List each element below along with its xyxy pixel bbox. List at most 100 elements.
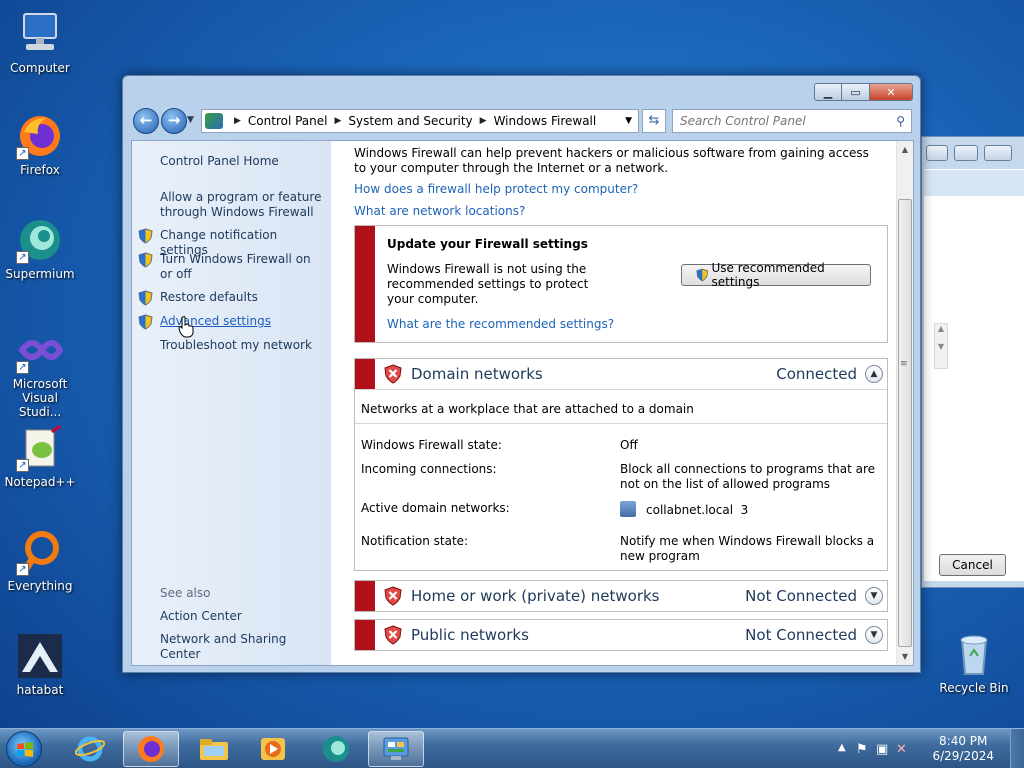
breadcrumb-windows-firewall[interactable]: Windows Firewall <box>494 114 597 128</box>
firewall-help-link[interactable]: How does a firewall help protect my comp… <box>354 182 638 196</box>
scroll-up-button[interactable]: ▲ <box>897 141 913 158</box>
allow-program-link[interactable]: Allow a program or feature through Windo… <box>160 190 325 220</box>
chevron-down-icon[interactable]: ▼ <box>625 116 632 126</box>
desktop-icon-label: Supermium <box>5 267 75 281</box>
breadcrumb-separator-icon[interactable]: ▶ <box>234 116 241 126</box>
home-networks-header[interactable]: Home or work (private) networks Not Conn… <box>355 581 887 611</box>
maximize-button[interactable] <box>954 145 978 161</box>
close-icon: ✕ <box>886 85 896 99</box>
recent-pages-dropdown[interactable]: ▼ <box>187 115 194 125</box>
shortcut-arrow-icon: ↗ <box>16 361 29 374</box>
public-networks-status: Not Connected <box>745 626 857 644</box>
uac-shield-icon <box>138 252 153 268</box>
taskbar-media-player[interactable] <box>245 731 301 767</box>
start-button[interactable] <box>6 731 42 767</box>
refresh-button[interactable]: ⇆ <box>642 109 666 133</box>
breadcrumb-system-and-security[interactable]: System and Security <box>348 114 472 128</box>
taskbar-firefox[interactable] <box>123 731 179 767</box>
scrollbar[interactable]: ▲ ▼ <box>934 323 948 369</box>
firefox-icon <box>138 736 164 762</box>
network-sharing-center-link[interactable]: Network and Sharing Center <box>160 632 325 662</box>
minimize-button[interactable] <box>926 145 948 161</box>
desktop-icon-supermium[interactable]: ↗ Supermium <box>4 216 76 281</box>
arrow-right-icon: → <box>167 111 181 129</box>
troubleshoot-network-label: Troubleshoot my network <box>160 338 312 352</box>
chevron-down-icon: ▼ <box>870 591 878 601</box>
scrollbar-thumb[interactable] <box>898 199 912 647</box>
restore-defaults-label: Restore defaults <box>160 290 258 304</box>
taskbar-file-explorer[interactable] <box>186 731 242 767</box>
warning-bar <box>355 226 375 342</box>
forward-button[interactable]: → <box>161 108 187 134</box>
scroll-down-button[interactable]: ▼ <box>897 648 913 665</box>
maximize-button[interactable]: ▭ <box>842 83 870 101</box>
breadcrumb-separator-icon[interactable]: ▶ <box>335 116 342 126</box>
breadcrumb-separator-icon[interactable]: ▶ <box>480 116 487 126</box>
expand-button[interactable]: ▼ <box>865 587 883 605</box>
incoming-connections-label: Incoming connections: <box>361 462 497 476</box>
taskbar-internet-explorer[interactable] <box>62 731 118 767</box>
advanced-settings-label: Advanced settings <box>160 314 271 328</box>
desktop-icon-label: hatabat <box>16 683 64 697</box>
main-content: Windows Firewall can help prevent hacker… <box>331 141 899 665</box>
back-button[interactable]: ← <box>133 108 159 134</box>
desktop-icon-firefox[interactable]: ↗ Firefox <box>4 112 76 177</box>
volume-muted-icon[interactable]: ✕ <box>896 742 907 757</box>
network-locations-link[interactable]: What are network locations? <box>354 204 525 218</box>
desktop-icon-visual-studio[interactable]: ↗ Microsoft Visual Studi... <box>4 326 76 419</box>
show-hidden-icons-chevron-icon[interactable]: ▲ <box>838 742 846 753</box>
recycle-bin-icon <box>950 630 998 678</box>
shortcut-arrow-icon: ↗ <box>16 251 29 264</box>
cancel-button[interactable]: Cancel <box>939 554 1006 576</box>
close-button[interactable]: ✕ <box>870 83 913 101</box>
background-window-client <box>924 169 1024 581</box>
media-player-icon <box>261 738 285 760</box>
desktop-icon-recycle-bin[interactable]: Recycle Bin <box>938 630 1010 695</box>
chevron-up-icon: ▲ <box>870 369 878 379</box>
desktop-icon-label: Notepad++ <box>4 475 76 489</box>
domain-networks-title: Domain networks <box>411 365 543 383</box>
turn-firewall-on-off-link[interactable]: Turn Windows Firewall on or off <box>138 252 325 282</box>
address-bar[interactable]: ▶ Control Panel ▶ System and Security ▶ … <box>201 109 639 133</box>
public-networks-title: Public networks <box>411 626 529 644</box>
taskbar-control-panel[interactable] <box>368 731 424 767</box>
desktop-icon-computer[interactable]: Computer <box>4 10 76 75</box>
allow-program-label: Allow a program or feature through Windo… <box>160 190 322 219</box>
desktop-icon-hatabat[interactable]: hatabat <box>4 632 76 697</box>
taskbar-supermium[interactable] <box>308 731 364 767</box>
use-recommended-settings-button[interactable]: Use recommended settings <box>681 261 871 289</box>
clock[interactable]: 8:40 PM 6/29/2024 <box>932 734 994 764</box>
action-center-link[interactable]: Action Center <box>160 609 325 624</box>
firewall-window[interactable]: ▁ ▭ ✕ ← → ▼ ▶ Control Panel ▶ System and… <box>122 75 921 673</box>
search-icon[interactable]: ⚲ <box>896 114 905 128</box>
close-button[interactable] <box>984 145 1012 161</box>
show-desktop-button[interactable] <box>1010 729 1024 768</box>
desktop-icon-notepadpp[interactable]: ↗ Notepad++ <box>4 424 76 489</box>
vertical-scrollbar[interactable]: ▲ ≡ ▼ <box>896 141 913 665</box>
desktop-icon-everything[interactable]: ↗ Everything <box>4 528 76 593</box>
domain-networks-header[interactable]: Domain networks Connected ▲ <box>355 359 887 389</box>
action-center-flag-icon[interactable]: ⚑ <box>856 742 868 757</box>
supermium-icon <box>323 736 349 762</box>
search-input[interactable] <box>680 111 890 131</box>
desktop-icon-label: Microsoft Visual Studi... <box>12 377 68 419</box>
public-networks-panel[interactable]: Public networks Not Connected ▼ <box>354 619 888 651</box>
windows-logo-icon <box>17 742 33 757</box>
search-box[interactable]: ⚲ <box>672 109 912 133</box>
public-networks-header[interactable]: Public networks Not Connected ▼ <box>355 620 887 650</box>
domain-network-icon <box>620 501 636 517</box>
home-networks-panel[interactable]: Home or work (private) networks Not Conn… <box>354 580 888 612</box>
expand-button[interactable]: ▼ <box>865 626 883 644</box>
restore-defaults-link[interactable]: Restore defaults <box>138 290 325 306</box>
minimize-button[interactable]: ▁ <box>814 83 842 101</box>
breadcrumb-control-panel[interactable]: Control Panel <box>248 114 328 128</box>
network-icon[interactable]: ▣ <box>876 742 888 757</box>
background-window[interactable]: ▲ ▼ Cancel <box>921 136 1024 588</box>
control-panel-home-link[interactable]: Control Panel Home <box>160 154 325 169</box>
refresh-icon: ⇆ <box>648 113 660 128</box>
shortcut-arrow-icon: ↗ <box>16 459 29 472</box>
troubleshoot-network-link[interactable]: Troubleshoot my network <box>160 338 325 353</box>
recommended-settings-link[interactable]: What are the recommended settings? <box>387 317 614 331</box>
uac-shield-icon <box>138 314 153 330</box>
collapse-button[interactable]: ▲ <box>865 365 883 383</box>
